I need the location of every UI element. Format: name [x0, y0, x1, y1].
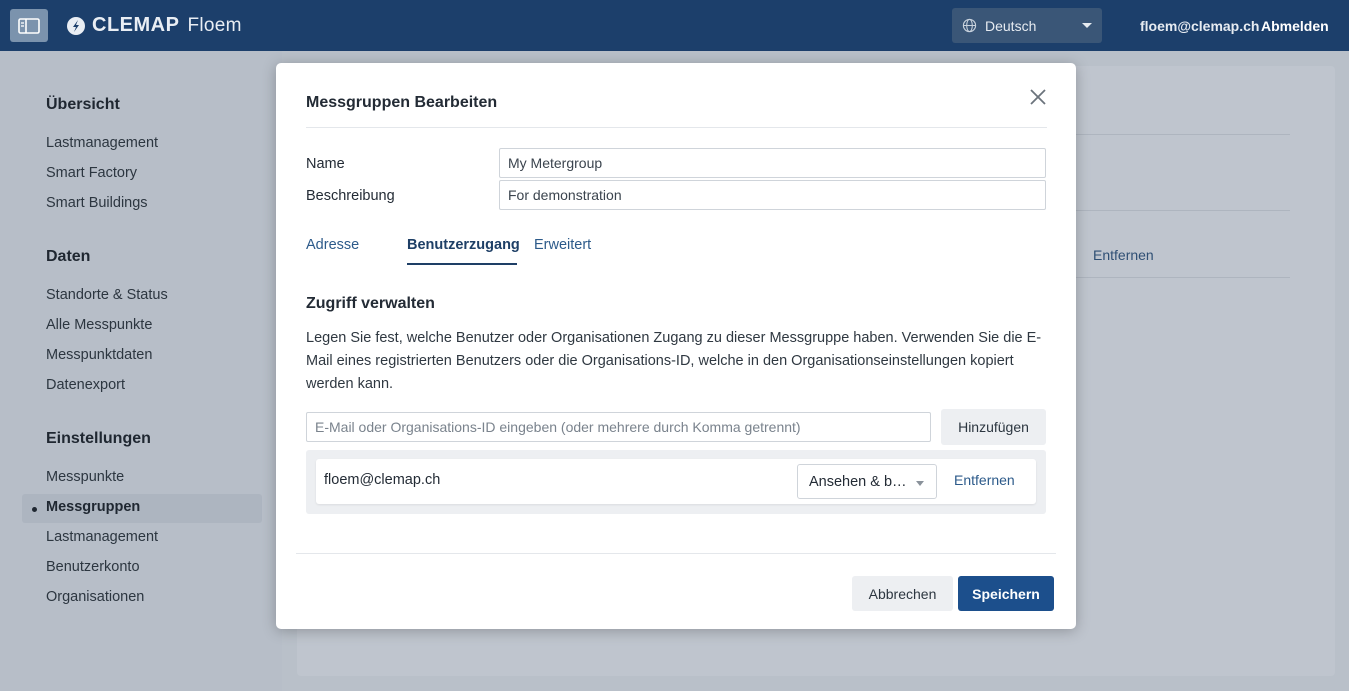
sidebar-item-smart-buildings[interactable]: Smart Buildings: [46, 195, 148, 211]
modal-divider: [306, 127, 1047, 128]
sidebar-item-lastmanagement[interactable]: Lastmanagement: [46, 135, 158, 151]
access-list: floem@clemap.ch Ansehen & bearbeiten Ent…: [306, 450, 1046, 514]
user-email: floem@clemap.ch: [1140, 18, 1260, 34]
sidebar-item-benutzerkonto[interactable]: Benutzerkonto: [46, 559, 140, 575]
section-title: Zugriff verwalten: [306, 295, 435, 312]
modal-footer-divider: [296, 553, 1056, 554]
sidebar-item-messpunkte[interactable]: Messpunkte: [46, 469, 124, 485]
brand-logo-link[interactable]: CLEMAP Floem: [66, 14, 242, 37]
modal-title: Messgruppen Bearbeiten: [306, 94, 498, 111]
chevron-down-icon: [916, 481, 924, 486]
product-name: Floem: [187, 14, 242, 36]
background-remove-link: Entfernen: [1093, 247, 1154, 263]
sidebar-toggle-button[interactable]: [10, 9, 48, 42]
chevron-down-icon: [1082, 23, 1092, 28]
sidebar-item-alle-messpunkte[interactable]: Alle Messpunkte: [46, 317, 152, 333]
description-input[interactable]: [499, 180, 1046, 210]
name-label: Name: [306, 156, 345, 172]
access-input[interactable]: [306, 412, 931, 442]
language-label: Deutsch: [985, 17, 1037, 34]
sidebar-heading-overview: Übersicht: [46, 96, 120, 113]
cancel-button[interactable]: Abbrechen: [852, 576, 953, 611]
permission-select[interactable]: Ansehen & bearbeiten: [797, 464, 937, 499]
language-select[interactable]: Deutsch: [952, 8, 1102, 43]
globe-icon: [962, 18, 977, 33]
sidebar-item-smart-factory[interactable]: Smart Factory: [46, 165, 137, 181]
brand-name: CLEMAP: [92, 14, 180, 36]
top-navbar: CLEMAP Floem Deutsch floem@clemap.ch Abm…: [0, 0, 1349, 51]
sidebar-item-datenexport[interactable]: Datenexport: [46, 377, 125, 393]
save-button[interactable]: Speichern: [958, 576, 1054, 611]
remove-access-link[interactable]: Entfernen: [954, 472, 1015, 488]
sidebar-item-lastmanagement-settings[interactable]: Lastmanagement: [46, 529, 158, 545]
sidebar-item-organisationen[interactable]: Organisationen: [46, 589, 144, 605]
sidebar-heading-settings: Einstellungen: [46, 430, 151, 447]
active-tab-indicator: [407, 263, 517, 265]
sidebar-item-messgruppen[interactable]: Messgruppen: [46, 499, 140, 515]
tab-benutzerzugang[interactable]: Benutzerzugang: [407, 237, 520, 253]
name-input[interactable]: [499, 148, 1046, 178]
sidebar-icon: [18, 17, 40, 34]
close-button[interactable]: [1026, 85, 1050, 109]
list-item: floem@clemap.ch Ansehen & bearbeiten Ent…: [316, 459, 1036, 504]
sidebar-heading-data: Daten: [46, 248, 91, 265]
clemap-logo-icon: [67, 16, 85, 35]
background-divider: [1076, 210, 1290, 211]
background-divider: [1076, 134, 1290, 135]
logout-link[interactable]: Abmelden: [1261, 18, 1329, 34]
add-button[interactable]: Hinzufügen: [941, 409, 1046, 445]
tab-adresse[interactable]: Adresse: [306, 237, 359, 253]
edit-metergroup-modal: Messgruppen Bearbeiten Name Beschreibung…: [276, 63, 1076, 629]
close-icon: [1030, 89, 1046, 105]
tab-erweitert[interactable]: Erweitert: [534, 237, 591, 253]
permission-label: Ansehen & bearbeiten: [809, 473, 913, 490]
active-dot-icon: [32, 507, 37, 512]
access-email: floem@clemap.ch: [324, 472, 441, 488]
sidebar-item-standorte[interactable]: Standorte & Status: [46, 287, 168, 303]
description-label: Beschreibung: [306, 188, 395, 204]
section-description: Legen Sie fest, welche Benutzer oder Org…: [306, 330, 1042, 392]
sidebar-item-messpunktdaten[interactable]: Messpunktdaten: [46, 347, 152, 363]
background-divider: [1076, 277, 1290, 278]
